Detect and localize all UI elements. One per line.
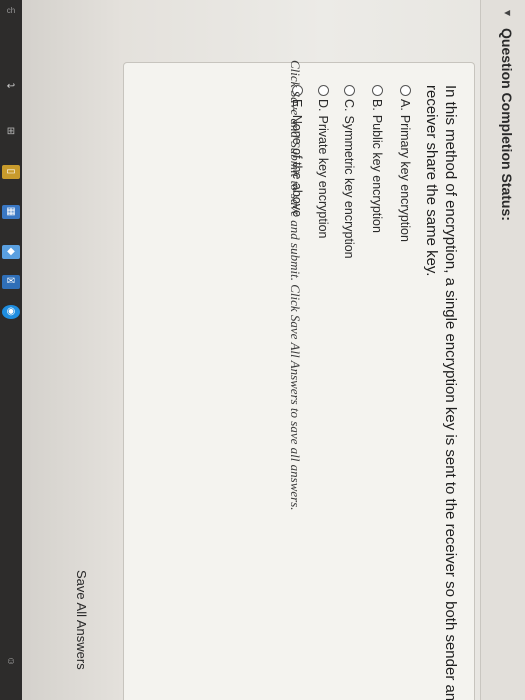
submit-instructions: Click Save and Submit to save and submit…	[288, 60, 303, 511]
file-explorer-icon[interactable]: ▭	[2, 165, 20, 179]
taskbar: ch ↩ ⊞ ▭ ▦ ◆ ✉ ◉ ☺	[0, 0, 22, 700]
question-prompt: In this method of encryption, a single e…	[423, 85, 459, 700]
task-view-icon[interactable]: ⊞	[2, 125, 20, 139]
option-d[interactable]: D. Private key encryption	[316, 85, 330, 238]
taskbar-label: ch	[6, 6, 16, 15]
option-letter: D.	[316, 99, 330, 112]
browser-content: ▾ Question Completion Status: In this me…	[22, 0, 525, 700]
radio-icon[interactable]	[318, 85, 329, 96]
option-label: Symmetric key encryption	[342, 115, 356, 259]
back-icon[interactable]: ↩	[2, 80, 20, 94]
app-icon[interactable]: ◆	[2, 245, 20, 259]
store-icon[interactable]: ▦	[2, 205, 20, 219]
completion-status-title: Question Completion Status:	[499, 28, 515, 221]
option-letter: B.	[370, 99, 384, 111]
radio-icon[interactable]	[372, 85, 383, 96]
option-letter: A.	[398, 99, 412, 111]
option-letter: C.	[342, 99, 356, 112]
option-label: Public key encryption	[370, 114, 384, 233]
option-a[interactable]: A. Primary key encryption	[398, 85, 412, 242]
browser-icon[interactable]: ◉	[2, 305, 20, 319]
option-c[interactable]: C. Symmetric key encryption	[342, 85, 356, 259]
option-b[interactable]: B. Public key encryption	[370, 85, 384, 233]
option-label: Primary key encryption	[398, 114, 412, 242]
save-all-answers-button[interactable]: Save All Answers	[74, 570, 89, 670]
completion-status-bar[interactable]: ▾ Question Completion Status:	[480, 0, 525, 700]
mail-icon[interactable]: ✉	[2, 275, 20, 289]
radio-icon[interactable]	[344, 85, 355, 96]
monitor-screen: ▾ Question Completion Status: In this me…	[22, 0, 525, 700]
option-label: Private key encryption	[316, 115, 330, 239]
chevron-down-icon[interactable]: ▾	[501, 10, 515, 16]
people-icon[interactable]: ☺	[2, 655, 20, 669]
radio-icon[interactable]	[400, 85, 411, 96]
